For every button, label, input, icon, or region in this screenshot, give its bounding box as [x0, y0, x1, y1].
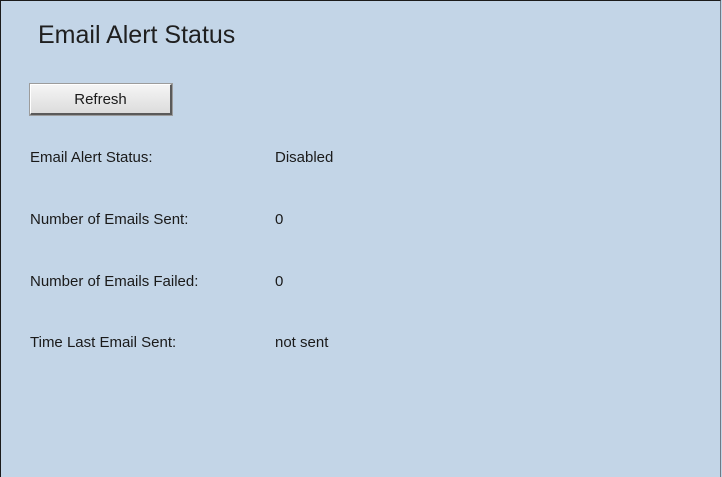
emails-failed-label: Number of Emails Failed:: [30, 273, 199, 290]
emails-failed-value: 0: [275, 273, 284, 290]
page-title: Email Alert Status: [38, 21, 236, 49]
refresh-button[interactable]: Refresh: [29, 83, 173, 116]
emails-sent-label: Number of Emails Sent:: [30, 211, 189, 228]
emails-sent-value: 0: [275, 211, 284, 228]
email-alert-status-label: Email Alert Status:: [30, 149, 153, 166]
content-panel: Email Alert Status Refresh Email Alert S…: [0, 0, 721, 477]
time-last-email-value: not sent: [275, 334, 329, 351]
time-last-email-label: Time Last Email Sent:: [30, 334, 177, 351]
email-alert-status-value: Disabled: [275, 149, 334, 166]
